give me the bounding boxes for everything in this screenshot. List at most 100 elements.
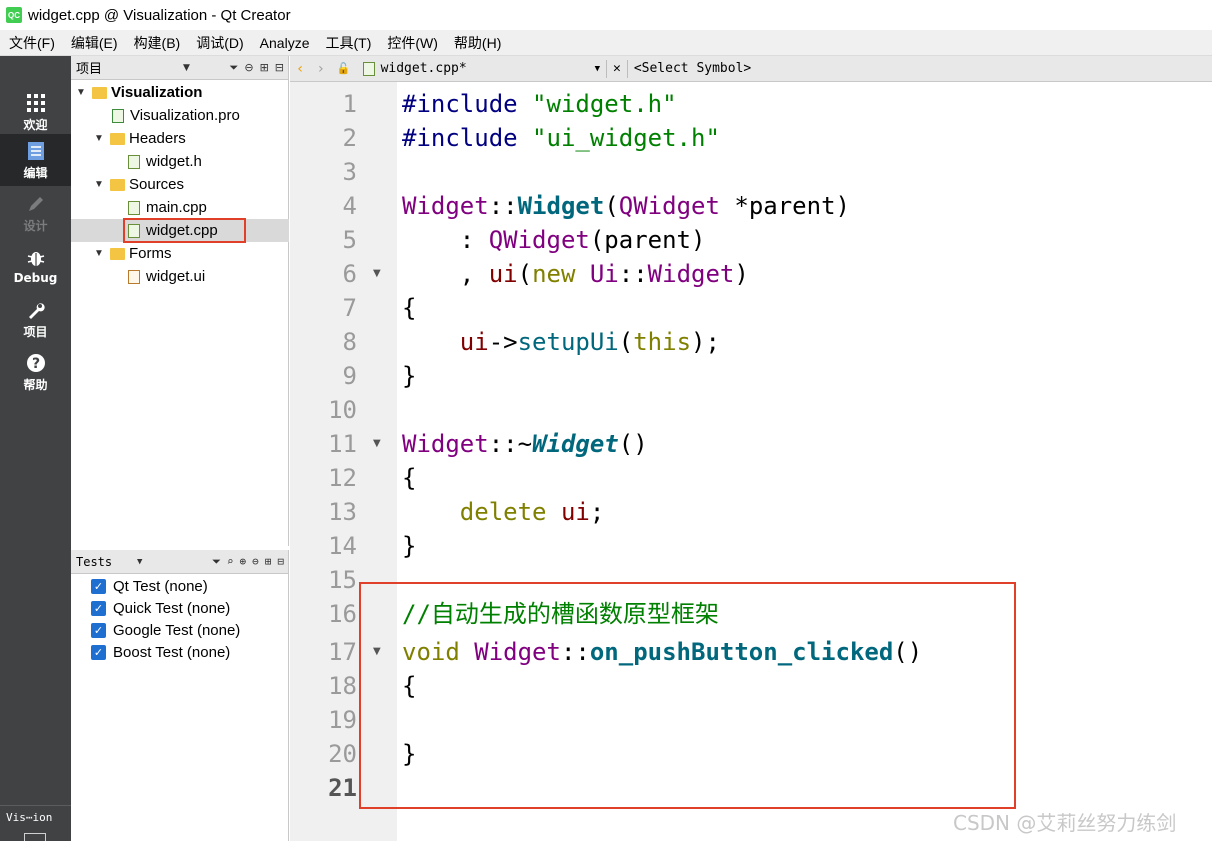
link-icon[interactable]: ⊖ xyxy=(244,61,253,75)
chevron-down-icon[interactable]: ▼ xyxy=(94,248,104,259)
line-number: 1 xyxy=(342,90,357,118)
highlight-box-slot-function xyxy=(359,582,1016,809)
checkbox-checked-icon[interactable]: ✓ xyxy=(91,622,106,638)
fold-marker-icon[interactable]: ▼ xyxy=(373,427,381,461)
tree-item-label: Headers xyxy=(129,130,186,147)
token-punct: ) xyxy=(734,260,749,288)
tree-item-headers[interactable]: ▼ Headers xyxy=(94,127,186,150)
chevron-down-icon[interactable]: ▼ xyxy=(137,557,142,567)
mode-projects[interactable]: 项目 xyxy=(0,293,71,345)
menu-build[interactable]: 构建(B) xyxy=(125,33,188,53)
tree-item-pro-file[interactable]: Visualization.pro xyxy=(112,104,240,127)
tree-item-label: main.cpp xyxy=(146,199,207,216)
test-item-google[interactable]: ✓ Google Test (none) xyxy=(91,619,240,641)
line-number: 8 xyxy=(342,328,357,356)
pro-file-icon xyxy=(112,108,124,123)
tree-item-label: widget.ui xyxy=(146,268,206,285)
menu-controls[interactable]: 控件(W) xyxy=(378,33,445,53)
menu-help[interactable]: 帮助(H) xyxy=(445,33,508,53)
token-punct: ( xyxy=(604,192,619,220)
code-line-1: #include "widget.h" xyxy=(402,87,677,121)
split-icon[interactable]: ⊞ xyxy=(265,555,272,569)
tree-item-forms[interactable]: ▼ Forms xyxy=(94,242,172,265)
line-number: 10 xyxy=(328,396,357,424)
mode-edit[interactable]: 编辑 xyxy=(0,134,71,186)
token-member: ui xyxy=(560,498,590,526)
token-punct: ; xyxy=(589,498,605,526)
chevron-down-icon[interactable]: ▼ xyxy=(94,133,104,144)
close-pane-icon[interactable]: ⊟ xyxy=(275,61,284,75)
line-number: 6 xyxy=(342,260,357,288)
menu-debug[interactable]: 调试(D) xyxy=(187,33,250,53)
tree-item-widget-h[interactable]: widget.h xyxy=(128,150,202,173)
checkbox-checked-icon[interactable]: ✓ xyxy=(91,600,106,616)
fold-marker-icon[interactable]: ▼ xyxy=(373,257,381,291)
headers-folder-icon xyxy=(110,132,125,145)
line-number: 18 xyxy=(328,672,357,700)
checkbox-checked-icon[interactable]: ✓ xyxy=(91,578,106,594)
checkbox-checked-icon[interactable]: ✓ xyxy=(91,644,106,660)
highlight-box-widget-cpp xyxy=(123,218,246,243)
menu-tools[interactable]: 工具(T) xyxy=(316,33,378,53)
line-number: 2 xyxy=(342,124,357,152)
token-class: Widget xyxy=(402,192,489,220)
mode-welcome[interactable]: 欢迎 xyxy=(0,86,71,138)
filter-icon[interactable]: ⏷ xyxy=(230,61,239,75)
lock-icon[interactable]: 🔓 xyxy=(337,62,351,75)
help-icon: ? xyxy=(25,352,47,374)
tree-item-sources[interactable]: ▼ Sources xyxy=(94,173,184,196)
close-pane-icon[interactable]: ⊟ xyxy=(277,555,284,569)
symbol-selector[interactable]: <Select Symbol> xyxy=(634,61,751,76)
tree-item-project[interactable]: ▼ Visualization xyxy=(76,81,202,104)
chevron-down-icon[interactable]: ▼ xyxy=(183,63,190,73)
chevron-down-icon[interactable]: ▼ xyxy=(94,179,104,190)
menu-analyze[interactable]: Analyze xyxy=(251,35,317,51)
expand-icon[interactable]: ⊕ xyxy=(240,555,247,569)
chevron-down-icon[interactable]: ▼ xyxy=(76,87,86,98)
kit-selector-label[interactable]: Vis⋯ion xyxy=(6,811,52,824)
test-item-quick[interactable]: ✓ Quick Test (none) xyxy=(91,597,230,619)
forward-arrow-icon[interactable]: › xyxy=(316,61,324,77)
test-item-label: Boost Test (none) xyxy=(113,643,231,661)
tree-item-main-cpp[interactable]: main.cpp xyxy=(128,196,207,219)
menu-file[interactable]: 文件(F) xyxy=(0,33,62,53)
split-icon[interactable]: ⊞ xyxy=(260,61,269,75)
grid-icon xyxy=(25,92,47,114)
mode-design[interactable]: 设计 xyxy=(0,187,71,239)
tree-item-label: Forms xyxy=(129,245,172,262)
mode-help-label: 帮助 xyxy=(23,377,48,392)
code-line-2: #include "ui_widget.h" xyxy=(402,121,720,155)
bug-icon xyxy=(25,247,47,269)
filter-icon[interactable]: ⏷ xyxy=(212,555,221,569)
window-title: widget.cpp @ Visualization - Qt Creator xyxy=(28,6,291,24)
code-line-6: , ui(new Ui::Widget) xyxy=(402,257,749,291)
svg-text:?: ? xyxy=(31,356,39,372)
test-item-label: Quick Test (none) xyxy=(113,599,231,617)
monitor-icon[interactable] xyxy=(24,833,46,841)
chevron-down-icon[interactable]: ▼ xyxy=(595,64,600,74)
token-keyword: delete xyxy=(459,498,561,526)
code-line-9: } xyxy=(402,362,417,390)
tree-item-label: Sources xyxy=(129,176,185,193)
tests-pane-title[interactable]: Tests xyxy=(76,555,112,569)
token-keyword: this xyxy=(633,328,692,356)
close-icon[interactable]: ✕ xyxy=(613,61,621,76)
forms-folder-icon xyxy=(110,247,125,260)
mode-help[interactable]: ? 帮助 xyxy=(0,346,71,398)
token-punct: , xyxy=(402,260,489,288)
menu-edit[interactable]: 编辑(E) xyxy=(62,33,125,53)
back-arrow-icon[interactable]: ‹ xyxy=(296,61,304,77)
line-number: 7 xyxy=(342,294,357,322)
test-item-boost[interactable]: ✓ Boost Test (none) xyxy=(91,641,230,663)
qt-creator-app-icon: QC xyxy=(6,7,22,23)
mode-debug[interactable]: Debug xyxy=(0,240,71,292)
line-number: 11 xyxy=(328,430,357,458)
project-pane-title[interactable]: 项目 xyxy=(76,58,102,77)
line-number: 13 xyxy=(328,498,357,526)
tree-item-widget-ui[interactable]: widget.ui xyxy=(128,265,205,288)
pin-icon[interactable]: ⌕ xyxy=(227,555,234,569)
collapse-icon[interactable]: ⊖ xyxy=(252,555,259,569)
open-file-name[interactable]: widget.cpp* xyxy=(381,61,591,76)
test-item-qt[interactable]: ✓ Qt Test (none) xyxy=(91,575,208,597)
